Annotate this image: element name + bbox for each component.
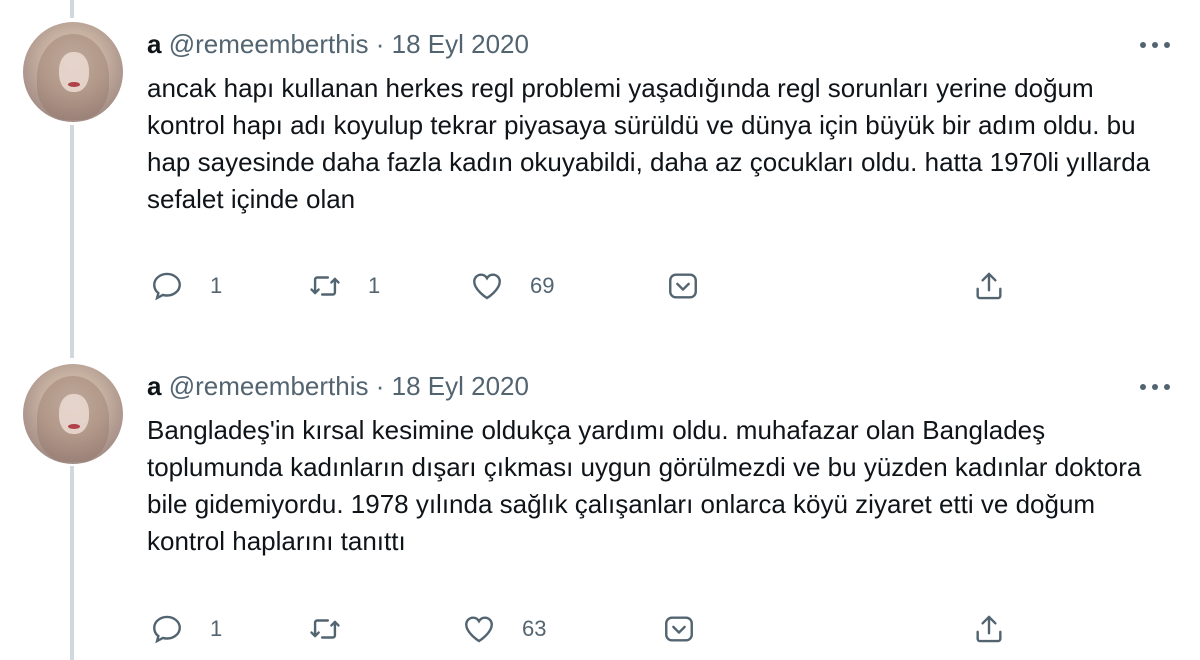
retweet-count: 1 — [368, 273, 381, 298]
separator-dot: · — [375, 29, 385, 59]
more-options-button[interactable] — [1138, 40, 1172, 50]
author-handle[interactable]: @remeemberthis — [169, 371, 369, 401]
tweet-header: a @remeemberthis · 18 Eyl 2020 — [147, 29, 529, 59]
share-upload-icon — [976, 272, 1002, 300]
separator-dot: · — [375, 371, 385, 401]
chevron-box-icon — [665, 616, 693, 642]
downvote-button[interactable] — [662, 611, 696, 647]
like-count: 63 — [522, 616, 547, 641]
avatar[interactable] — [23, 22, 123, 122]
author-name[interactable]: a — [147, 29, 161, 59]
tweet-text: ancak hapı kullanan herkes regl problemi… — [147, 73, 1151, 214]
chevron-box-icon — [669, 273, 697, 299]
retweet-button[interactable] — [308, 611, 368, 647]
retweet-button[interactable]: 1 — [308, 268, 380, 304]
reply-count: 1 — [210, 616, 223, 641]
ellipsis-icon — [1152, 384, 1158, 390]
like-button[interactable]: 63 — [462, 611, 546, 647]
tweet-text: Bangladeş'in kırsal kesimine oldukça yar… — [147, 415, 1142, 556]
speech-bubble-icon — [153, 272, 181, 301]
heart-icon — [473, 273, 501, 300]
timeline: a @remeemberthis · 18 Eyl 2020 ancak hap… — [0, 0, 1200, 660]
reply-button[interactable]: 1 — [150, 268, 222, 304]
tweet[interactable]: a @remeemberthis · 18 Eyl 2020 Bangladeş… — [0, 340, 1200, 660]
speech-bubble-icon — [153, 615, 181, 644]
share-button[interactable] — [972, 611, 1006, 647]
ellipsis-icon — [1140, 42, 1146, 48]
share-button[interactable] — [972, 268, 1006, 304]
tweet-header: a @remeemberthis · 18 Eyl 2020 — [147, 371, 529, 401]
ellipsis-icon — [1152, 42, 1158, 48]
more-options-button[interactable] — [1138, 382, 1172, 392]
ellipsis-icon — [1164, 42, 1170, 48]
ellipsis-icon — [1140, 384, 1146, 390]
tweet-date[interactable]: 18 Eyl 2020 — [392, 371, 529, 401]
avatar-lips — [68, 82, 80, 87]
tweet-date[interactable]: 18 Eyl 2020 — [392, 29, 529, 59]
reply-count: 1 — [210, 273, 223, 298]
downvote-button[interactable] — [666, 268, 700, 304]
avatar-lips — [68, 424, 80, 429]
ellipsis-icon — [1164, 384, 1170, 390]
retweet-arrows-icon — [310, 276, 340, 296]
retweet-arrows-icon — [310, 619, 340, 639]
reply-button[interactable]: 1 — [150, 611, 222, 647]
avatar[interactable] — [23, 364, 123, 464]
heart-icon — [465, 616, 493, 643]
like-count: 69 — [530, 273, 555, 298]
like-button[interactable]: 69 — [470, 268, 554, 304]
author-handle[interactable]: @remeemberthis — [169, 29, 369, 59]
tweet[interactable]: a @remeemberthis · 18 Eyl 2020 ancak hap… — [0, 0, 1200, 340]
author-name[interactable]: a — [147, 371, 161, 401]
share-upload-icon — [976, 615, 1002, 643]
